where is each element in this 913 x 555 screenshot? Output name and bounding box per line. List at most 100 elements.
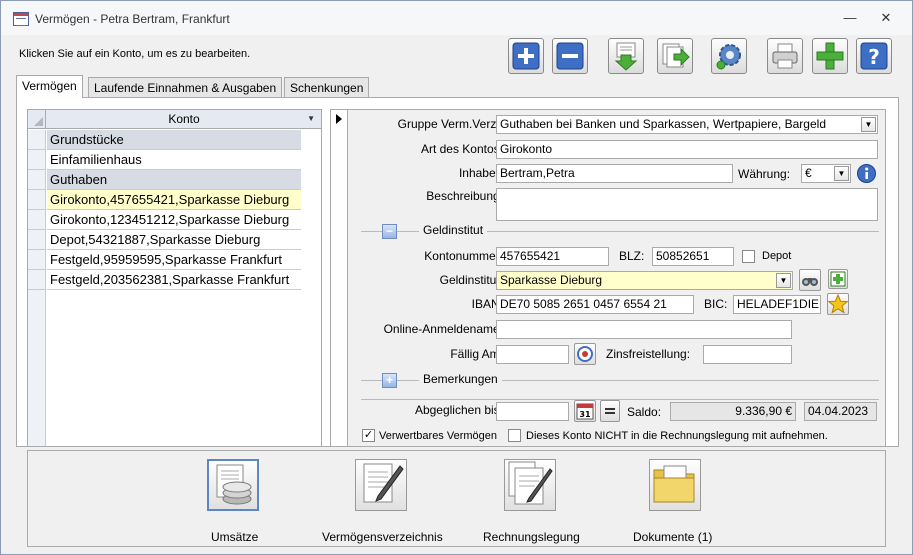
main-content: Klicken Sie auf ein Konto, um es zu bear…: [2, 35, 911, 554]
reminder-target-icon: [577, 346, 593, 362]
faellig-input[interactable]: [496, 345, 569, 364]
faellig-reminder-button[interactable]: [574, 343, 596, 365]
abgeglichen-label: Abgeglichen bis:: [414, 403, 503, 417]
list-item[interactable]: Einfamilienhaus: [47, 150, 301, 170]
gear-icon: [716, 44, 741, 70]
zins-input[interactable]: [703, 345, 792, 364]
new-button[interactable]: [812, 38, 848, 74]
gruppe-value: Guthaben bei Banken und Sparkassen, Wert…: [500, 117, 826, 131]
chevron-down-icon[interactable]: ▼: [861, 117, 876, 132]
record-selector[interactable]: [331, 110, 348, 446]
collapse-geldinstitut-button[interactable]: −: [382, 224, 397, 239]
dokumente-button[interactable]: [649, 459, 701, 511]
rechnungslegung-label: Rechnungslegung: [483, 530, 580, 544]
row-selector[interactable]: [28, 230, 46, 250]
export-arrow-icon: [662, 43, 690, 68]
help-button[interactable]: ?: [856, 38, 892, 74]
close-button[interactable]: ✕: [877, 10, 895, 26]
print-button[interactable]: [767, 38, 803, 74]
geldinstitut-value: Sparkasse Dieburg: [500, 273, 603, 287]
add-button[interactable]: [508, 38, 544, 74]
select-all-corner[interactable]: [28, 110, 46, 128]
zins-label: Zinsfreistellung:: [606, 347, 691, 361]
list-item[interactable]: Festgeld,95959595,Sparkasse Frankfurt: [47, 250, 301, 270]
umsaetze-button[interactable]: [207, 459, 259, 511]
folder-icon: [653, 465, 695, 503]
row-selector[interactable]: [28, 250, 46, 270]
abgeglichen-input[interactable]: [496, 402, 569, 421]
rechnungslegung-button[interactable]: [504, 459, 556, 511]
gruppe-select[interactable]: Guthaben bei Banken und Sparkassen, Wert…: [496, 115, 878, 134]
tab-schenkungen[interactable]: Schenkungen: [284, 77, 370, 97]
list-item[interactable]: Depot,54321887,Sparkasse Dieburg: [47, 230, 301, 250]
dokumente-label: Dokumente (1): [633, 530, 713, 544]
list-item[interactable]: Girokonto,123451212,Sparkasse Dieburg: [47, 210, 301, 230]
vermoegensverzeichnis-button[interactable]: [355, 459, 407, 511]
online-label: Online-Anmeldename:: [383, 322, 503, 336]
minimize-button[interactable]: —: [841, 10, 859, 26]
documents-pen-icon: [508, 461, 553, 505]
list-group-row[interactable]: Guthaben: [47, 170, 301, 190]
binoculars-icon: [802, 278, 818, 286]
coins-document-icon: [216, 464, 252, 505]
row-selector[interactable]: [28, 150, 46, 170]
geldinstitut-select[interactable]: Sparkasse Dieburg ▼: [496, 271, 793, 290]
column-dropdown-icon[interactable]: ▼: [307, 114, 315, 123]
nicht-rechnungslegung-label: Dieses Konto NICHT in die Rechnungslegun…: [526, 430, 828, 442]
umsaetze-label: Umsätze: [211, 530, 259, 544]
row-selector[interactable]: [28, 170, 46, 190]
waehrung-label: Währung:: [738, 167, 791, 181]
column-header-konto[interactable]: Konto: [47, 112, 321, 126]
inhaber-input[interactable]: Bertram,Petra: [496, 164, 733, 183]
waehrung-select[interactable]: € ▼: [801, 164, 851, 183]
beschreibung-input[interactable]: [496, 188, 878, 221]
tab-vermoegen[interactable]: Vermögen: [16, 75, 83, 98]
chevron-down-icon[interactable]: ▼: [834, 166, 849, 181]
import-button[interactable]: [608, 38, 644, 74]
waehrung-value: €: [805, 166, 812, 180]
nicht-rechnungslegung-checkbox[interactable]: [508, 429, 521, 442]
add-bank-button[interactable]: [828, 269, 848, 289]
equals-icon: [605, 408, 615, 414]
list-item[interactable]: Girokonto,457655421,Sparkasse Dieburg: [47, 190, 301, 210]
help-question-icon: ?: [860, 42, 888, 70]
list-item[interactable]: Festgeld,203562381,Sparkasse Frankfurt: [47, 270, 301, 290]
saldo-divider: [361, 399, 879, 400]
app-icon: [13, 12, 29, 26]
calendar-icon: 31: [576, 403, 594, 420]
svg-text:31: 31: [579, 410, 591, 419]
row-selector[interactable]: [28, 190, 46, 210]
row-selector[interactable]: [28, 210, 46, 230]
export-button[interactable]: [657, 38, 693, 74]
row-selector[interactable]: [28, 130, 46, 150]
row-selector[interactable]: [28, 270, 46, 290]
depot-checkbox[interactable]: [742, 250, 755, 263]
remove-button[interactable]: [552, 38, 588, 74]
verwertbar-checkbox[interactable]: ✓: [362, 429, 375, 442]
list-header: Konto ▼: [28, 110, 321, 129]
expand-bemerkungen-button[interactable]: +: [382, 373, 397, 388]
kontonummer-label: Kontonummer:: [424, 249, 503, 263]
list-group-row[interactable]: Grundstücke: [47, 130, 301, 150]
iban-input[interactable]: DE70 5085 2651 0457 6554 21: [496, 295, 694, 314]
geldinstitut-label: Geldinstitut:: [439, 273, 503, 287]
settings-button[interactable]: [711, 38, 747, 74]
search-bank-button[interactable]: [799, 269, 821, 291]
kontonummer-input[interactable]: 457655421: [496, 247, 609, 266]
printer-icon: [772, 43, 798, 69]
equals-button[interactable]: [600, 400, 620, 422]
blz-input[interactable]: 50852651: [652, 247, 734, 266]
info-button[interactable]: [856, 163, 877, 184]
online-input[interactable]: [496, 320, 792, 339]
calendar-button[interactable]: 31: [574, 400, 596, 422]
art-input[interactable]: Girokonto: [496, 140, 878, 159]
hint-text: Klicken Sie auf ein Konto, um es zu bear…: [19, 48, 251, 60]
gruppe-label: Gruppe Verm.Verz.:: [397, 117, 503, 131]
bic-input[interactable]: HELADEF1DIE: [733, 295, 821, 314]
chevron-down-icon[interactable]: ▼: [776, 273, 791, 288]
saldo-value: 9.336,90 €: [670, 402, 796, 421]
tab-einnahmen-ausgaben[interactable]: Laufende Einnahmen & Ausgaben: [88, 77, 283, 97]
star-icon: [827, 293, 849, 314]
favorite-bic-button[interactable]: [827, 293, 849, 315]
bic-label: BIC:: [704, 297, 728, 311]
